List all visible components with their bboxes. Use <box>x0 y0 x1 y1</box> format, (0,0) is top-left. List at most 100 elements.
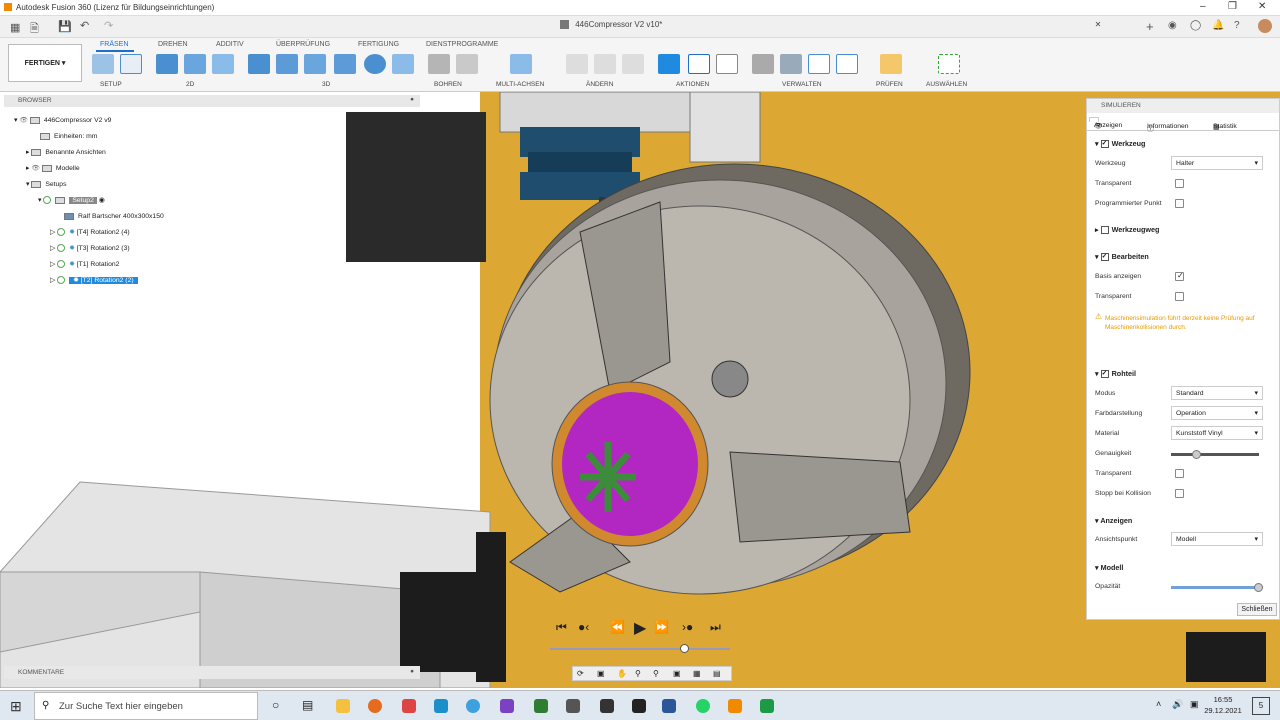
group-aktionen[interactable]: AKTIONEN <box>676 81 709 88</box>
chrome-icon[interactable] <box>466 699 480 713</box>
group-2d[interactable]: 2D <box>186 81 194 88</box>
post-process-icon[interactable] <box>688 54 710 74</box>
minimize-button[interactable]: – <box>1200 1 1206 12</box>
werkzeug-checkbox[interactable] <box>1100 139 1109 149</box>
pattern-icon[interactable] <box>622 54 644 74</box>
fit-icon[interactable]: ⚲ <box>653 669 659 678</box>
tree-units[interactable]: Einheiten: mm <box>40 131 97 143</box>
visibility-eye-icon[interactable]: 👁 <box>19 117 28 124</box>
avatar[interactable] <box>1258 19 1272 33</box>
app-icon[interactable] <box>402 699 416 713</box>
rohteil-checkbox[interactable] <box>1100 369 1109 379</box>
face-icon[interactable] <box>212 54 234 74</box>
nc-program-icon[interactable] <box>120 54 142 74</box>
material-select[interactable]: Kunststoff Vinyl <box>1171 426 1263 440</box>
tab-ueberpruefung[interactable]: ÜBERPRÜFUNG <box>276 41 330 48</box>
programmed-point-checkbox[interactable] <box>1175 199 1184 208</box>
save-icon[interactable]: 💾 <box>58 20 72 33</box>
2d-adaptive-icon[interactable] <box>156 54 178 74</box>
windows-start-icon[interactable]: ⊞ <box>10 698 22 715</box>
comments-bar[interactable]: KOMMENTARE ● <box>4 666 420 679</box>
notification-center-button[interactable]: 5 <box>1252 697 1270 715</box>
tab-drehen[interactable]: DREHEN <box>158 41 188 48</box>
jobs-icon[interactable]: ◯ <box>1190 20 1201 31</box>
tree-setup2[interactable]: ▾ Setup2 ◉ <box>38 195 105 207</box>
word-icon[interactable] <box>662 699 676 713</box>
document-tab[interactable]: 446Compressor V2 v10* ✕ <box>560 20 1101 34</box>
group-auswaehlen[interactable]: AUSWÄHLEN <box>926 81 967 88</box>
close-button[interactable]: Schließen <box>1237 603 1277 616</box>
pan-icon[interactable]: ✋ <box>617 669 627 678</box>
rohteil-transparent-checkbox[interactable] <box>1175 469 1184 478</box>
tab-fraesen[interactable]: FRÄSEN <box>100 41 128 48</box>
tree-operation[interactable]: ▷ ✹ [T1] Rotation2 <box>50 259 119 271</box>
steep-shallow-icon[interactable] <box>304 54 326 74</box>
setup-icon[interactable] <box>92 54 114 74</box>
select-icon[interactable] <box>938 54 960 74</box>
slider-knob[interactable] <box>1254 583 1263 592</box>
tree-setups[interactable]: ▾ Setups <box>26 179 66 191</box>
section-bearbeiten[interactable]: ▾ Bearbeiten <box>1095 252 1149 262</box>
3d-pocket-icon[interactable] <box>276 54 298 74</box>
maximize-button[interactable]: ❐ <box>1228 1 1237 12</box>
tab-dienstprogramme[interactable]: DIENSTPROGRAMME <box>426 41 498 48</box>
stop-on-collision-checkbox[interactable] <box>1175 489 1184 498</box>
play-icon[interactable]: ▶ <box>634 618 646 638</box>
prev-collision-icon[interactable]: ●‹ <box>578 620 589 634</box>
orbit-icon[interactable]: ⟳ <box>577 669 584 678</box>
slider-knob[interactable] <box>1192 450 1202 459</box>
group-3d[interactable]: 3D <box>322 81 330 88</box>
app-icon[interactable] <box>600 699 614 713</box>
tree-operation[interactable]: ▷ ✹ [T4] Rotation2 (4) <box>50 227 130 239</box>
2d-pocket-icon[interactable] <box>184 54 206 74</box>
zoom-icon[interactable]: ⚲ <box>635 669 641 678</box>
tray-chevron-icon[interactable]: ˄ <box>1156 699 1161 709</box>
whatsapp-icon[interactable] <box>696 699 710 713</box>
basis-checkbox[interactable] <box>1175 271 1184 281</box>
group-pruefen[interactable]: PRÜFEN <box>876 81 903 88</box>
simulate-icon[interactable] <box>658 54 680 74</box>
post-library-icon[interactable] <box>808 54 830 74</box>
comments-pin-icon[interactable]: ● <box>410 668 414 675</box>
3d-adaptive-icon[interactable] <box>248 54 270 74</box>
cut-icon[interactable] <box>566 54 588 74</box>
contour-icon[interactable] <box>392 54 414 74</box>
file-explorer-icon[interactable] <box>336 699 350 713</box>
grid-icon[interactable]: ▦ <box>693 669 701 678</box>
help-icon[interactable]: ? <box>1234 20 1240 31</box>
group-bohren[interactable]: BOHREN <box>434 81 462 88</box>
template-library-icon[interactable] <box>836 54 858 74</box>
app-icon[interactable] <box>632 699 646 713</box>
step-forward-icon[interactable]: ⏩ <box>654 620 669 634</box>
viewports-icon[interactable]: ▤ <box>713 669 721 678</box>
look-at-icon[interactable]: ▣ <box>597 669 605 678</box>
step-back-icon[interactable]: ⏪ <box>610 620 625 634</box>
workspace-switcher[interactable]: FERTIGEN ▾ <box>8 44 82 82</box>
app-icon[interactable] <box>500 699 514 713</box>
delete-toolpath-icon[interactable] <box>594 54 616 74</box>
new-tab-icon[interactable]: + <box>1146 19 1154 34</box>
tree-models[interactable]: ▸ 👁 Modelle <box>26 163 80 175</box>
tab-fertigung[interactable]: FERTIGUNG <box>358 41 399 48</box>
volume-icon[interactable]: 🔊 <box>1172 699 1183 710</box>
redo-icon[interactable]: ↷ <box>104 19 113 32</box>
tree-stock[interactable]: Ralf Bartscher 400x300x150 <box>64 211 164 223</box>
jump-end-icon[interactable]: ⏭ <box>710 620 721 635</box>
app-icon[interactable] <box>434 699 448 713</box>
thread-icon[interactable] <box>456 54 478 74</box>
tree-root[interactable]: ▾ 👁 446Compressor V2 v9 <box>14 115 111 127</box>
task-view-icon[interactable]: ▤ <box>302 698 313 712</box>
drill-icon[interactable] <box>428 54 450 74</box>
machine-library-icon[interactable] <box>780 54 802 74</box>
activate-target-icon[interactable]: ◉ <box>99 197 105 204</box>
group-aendern[interactable]: ÄNDERN <box>586 81 613 88</box>
cortana-icon[interactable]: ○ <box>272 698 279 712</box>
browser-header[interactable]: BROWSER ● <box>4 95 420 107</box>
next-collision-icon[interactable]: ›● <box>682 620 693 634</box>
online-status-icon[interactable]: ◉ <box>1168 20 1177 31</box>
notifications-icon[interactable]: 🔔 <box>1212 20 1224 31</box>
multi-axis-icon[interactable] <box>510 54 532 74</box>
display-settings-icon[interactable]: ▣ <box>673 669 681 678</box>
timeline-track[interactable] <box>550 648 730 650</box>
taskbar-clock[interactable]: 16:55 29.12.2021 <box>1204 694 1242 716</box>
